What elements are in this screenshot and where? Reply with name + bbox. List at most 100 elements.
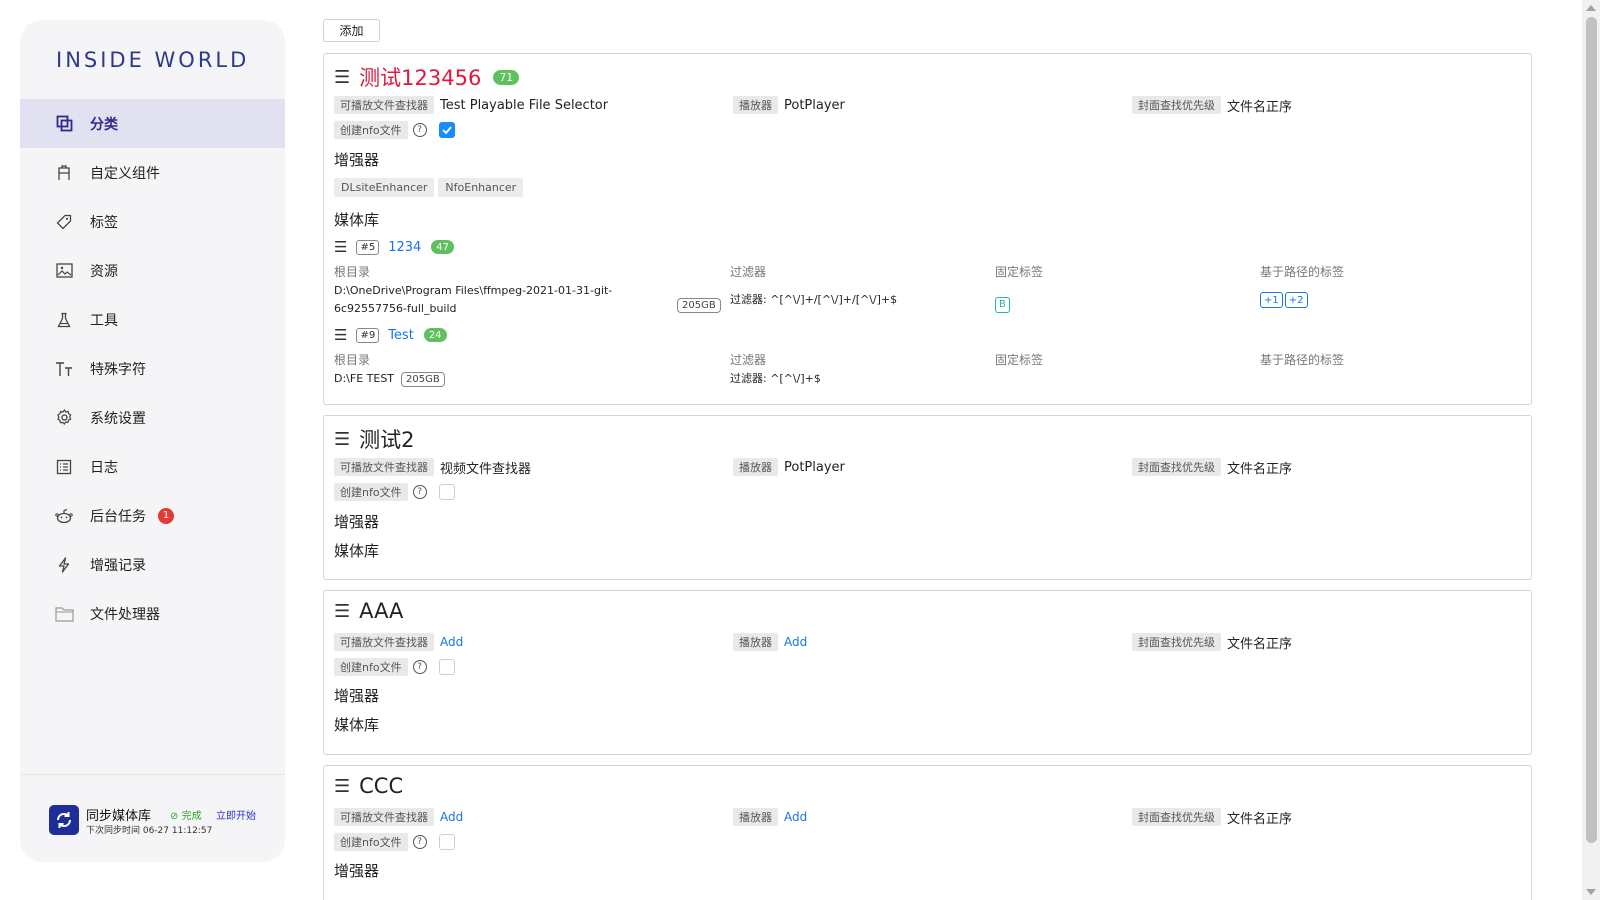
help-icon[interactable]: ? — [412, 123, 427, 137]
sidebar-item-resources[interactable]: 资源 — [20, 246, 285, 295]
cover-priority-value[interactable]: 文件名正序 — [1227, 808, 1292, 827]
sidebar-item-label: 资源 — [90, 263, 118, 280]
help-icon[interactable]: ? — [412, 835, 427, 849]
drag-handle-icon[interactable]: ☰ — [334, 326, 347, 344]
nfo-field: 创建nfo文件 ? — [334, 657, 455, 677]
sidebar-item-enhance-records[interactable]: 增强记录 — [20, 540, 285, 589]
sidebar-item-background-tasks[interactable]: 后台任务 1 — [20, 491, 285, 540]
sidebar-nav: 分类 自定义组件 标签 资源 工具 特殊字符 系统设置 日志 后台任务 1 增强… — [20, 99, 285, 638]
sidebar-item-special-chars[interactable]: 特殊字符 — [20, 344, 285, 393]
root-path[interactable]: D:\FE TEST 205GB — [334, 370, 445, 388]
path-tag[interactable]: +1 — [1260, 292, 1283, 308]
sidebar-item-logs[interactable]: 日志 — [20, 442, 285, 491]
nfo-checkbox[interactable] — [438, 659, 455, 675]
player-value[interactable]: PotPlayer — [784, 98, 845, 113]
library-name[interactable]: Test — [388, 328, 414, 343]
player-label: 播放器 — [733, 458, 778, 476]
nfo-checkbox[interactable] — [438, 122, 455, 138]
sidebar-item-label: 增强记录 — [90, 557, 146, 574]
add-finder-link[interactable]: Add — [440, 635, 463, 649]
cover-priority-field: 封面查找优先级 文件名正序 — [1132, 457, 1292, 477]
path-tag[interactable]: +2 — [1284, 292, 1308, 308]
finder-value[interactable]: Test Playable File Selector — [440, 98, 608, 113]
library-name[interactable]: 1234 — [388, 240, 421, 255]
enhancer-section-title: 增强器 — [334, 151, 380, 169]
category-title[interactable]: 测试2 — [359, 424, 414, 454]
nfo-row: 创建nfo文件 ? — [334, 482, 1524, 504]
drag-handle-icon[interactable]: ☰ — [334, 601, 350, 622]
library-id: #9 — [356, 327, 380, 343]
add-category-button[interactable]: 添加 — [323, 19, 380, 42]
scroll-up-arrow[interactable] — [1586, 5, 1596, 11]
category-fields-row: 可播放文件查找器 Add 播放器 Add 封面查找优先级 文件名正序 — [334, 632, 1524, 654]
vertical-scrollbar[interactable] — [1582, 0, 1600, 900]
enhancer-section-title: 增强器 — [334, 687, 380, 705]
sidebar-item-file-processor[interactable]: 文件处理器 — [20, 589, 285, 638]
player-label: 播放器 — [733, 633, 778, 651]
drag-handle-icon[interactable]: ☰ — [334, 238, 347, 256]
sync-status: ⊘ 完成 — [170, 807, 202, 822]
app-logo: INSIDE WORLD — [56, 48, 250, 72]
add-player-link[interactable]: Add — [784, 635, 807, 649]
player-field: 播放器 Add — [733, 632, 807, 652]
category-title[interactable]: CCC — [359, 774, 403, 798]
scroll-thumb[interactable] — [1586, 17, 1597, 843]
nfo-checkbox[interactable] — [438, 484, 455, 500]
finder-value[interactable]: 视频文件查找器 — [440, 458, 531, 477]
add-finder-link[interactable]: Add — [440, 810, 463, 824]
cover-priority-label: 封面查找优先级 — [1132, 458, 1221, 476]
player-value[interactable]: PotPlayer — [784, 460, 845, 475]
path-tags-header: 基于路径的标签 — [1260, 353, 1345, 367]
sidebar-item-tools[interactable]: 工具 — [20, 295, 285, 344]
library-section-title: 媒体库 — [334, 211, 380, 229]
nfo-row: 创建nfo文件 ? — [334, 120, 1524, 142]
cover-priority-field: 封面查找优先级 文件名正序 — [1132, 632, 1292, 652]
finder-label: 可播放文件查找器 — [334, 633, 434, 651]
library-section-title: 媒体库 — [334, 542, 380, 560]
sync-start-link[interactable]: 立即开始 — [216, 807, 256, 822]
player-field: 播放器 Add — [733, 807, 807, 827]
library-count-badge: 24 — [423, 328, 447, 342]
sidebar-item-label: 自定义组件 — [90, 165, 160, 182]
sidebar-item-tags[interactable]: 标签 — [20, 197, 285, 246]
root-path[interactable]: D:\OneDrive\Program Files\ffmpeg-2021-01… — [334, 282, 634, 318]
sidebar-item-category[interactable]: 分类 — [20, 99, 285, 148]
drag-handle-icon[interactable]: ☰ — [334, 67, 350, 88]
fixed-tag[interactable]: B — [995, 296, 1010, 313]
sync-status-text: 完成 — [181, 811, 202, 822]
category-header: ☰ 测试123456 71 — [334, 62, 520, 92]
drag-handle-icon[interactable]: ☰ — [334, 429, 350, 450]
category-header: ☰ CCC — [334, 774, 403, 798]
gear-icon — [54, 408, 74, 428]
cover-priority-value[interactable]: 文件名正序 — [1227, 458, 1292, 477]
nfo-checkbox[interactable] — [438, 834, 455, 850]
sidebar-item-label: 日志 — [90, 459, 118, 476]
help-icon[interactable]: ? — [412, 660, 427, 674]
category-title[interactable]: AAA — [359, 599, 403, 623]
filter-value[interactable]: 过滤器: ^[^\/]+/[^\/]+/[^\/]+$ — [730, 291, 897, 309]
nfo-label: 创建nfo文件 — [334, 833, 408, 851]
enhancer-chip[interactable]: NfoEnhancer — [438, 178, 524, 197]
sidebar-item-custom-components[interactable]: 自定义组件 — [20, 148, 285, 197]
bolt-icon — [54, 555, 74, 575]
finder-field: 可播放文件查找器 Add — [334, 807, 463, 827]
filter-value[interactable]: 过滤器: ^[^\/]+$ — [730, 370, 821, 388]
help-icon[interactable]: ? — [412, 485, 427, 499]
library-section-title: 媒体库 — [334, 716, 380, 734]
nfo-field: 创建nfo文件 ? — [334, 482, 455, 502]
scroll-down-arrow[interactable] — [1586, 889, 1596, 895]
cover-priority-value[interactable]: 文件名正序 — [1227, 96, 1292, 115]
check-icon — [441, 126, 452, 134]
cover-priority-value[interactable]: 文件名正序 — [1227, 633, 1292, 652]
sidebar-item-label: 分类 — [90, 116, 118, 133]
sidebar-item-label: 系统设置 — [90, 410, 146, 427]
sync-next-time: 下次同步时间 06-27 11:12:57 — [86, 826, 213, 836]
log-icon — [54, 457, 74, 477]
sidebar-item-settings[interactable]: 系统设置 — [20, 393, 285, 442]
enhancer-chip[interactable]: DLsiteEnhancer — [334, 178, 435, 197]
sync-icon[interactable] — [49, 805, 79, 835]
category-card: ☰ 测试2 可播放文件查找器 视频文件查找器 播放器 PotPlayer 封面查… — [323, 415, 1532, 580]
add-player-link[interactable]: Add — [784, 810, 807, 824]
drag-handle-icon[interactable]: ☰ — [334, 776, 350, 797]
category-title[interactable]: 测试123456 — [359, 62, 481, 92]
